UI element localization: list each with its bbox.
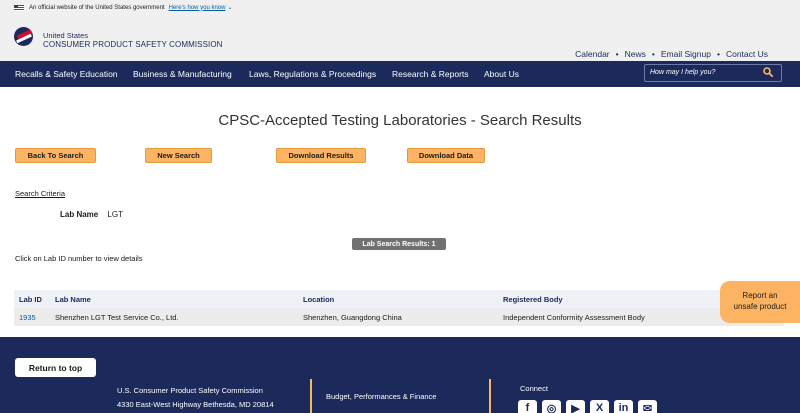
nav-item-research[interactable]: Research & Reports xyxy=(392,69,469,79)
separator-dot: • xyxy=(651,49,655,59)
budget-link[interactable]: Budget, Performances & Finance xyxy=(326,392,436,401)
lab-id-link[interactable]: 1935 xyxy=(19,313,36,322)
download-data-button[interactable]: Download Data xyxy=(407,148,485,163)
main-nav: Recalls & Safety Education Business & Ma… xyxy=(0,61,800,87)
col-header-registered-body[interactable]: Registered Body xyxy=(503,295,563,304)
registered-body-cell: Independent Conformity Assessment Body xyxy=(503,313,645,322)
agency-name[interactable]: United States CONSUMER PRODUCT SAFETY CO… xyxy=(43,31,223,49)
report-line-1: Report an xyxy=(742,291,778,300)
social-links: f ◎ ▶ X in ✉ xyxy=(518,400,657,413)
back-to-search-button[interactable]: Back To Search xyxy=(15,148,96,163)
col-header-lab-name[interactable]: Lab Name xyxy=(55,295,91,304)
us-flag-icon xyxy=(14,4,24,11)
util-link-calendar[interactable]: Calendar xyxy=(575,49,610,59)
agency-line-1: United States xyxy=(43,31,89,40)
criteria-key: Lab Name xyxy=(60,210,99,219)
return-to-top-button[interactable]: Return to top xyxy=(15,358,96,377)
table-header: Lab ID Lab Name Location Registered Body xyxy=(14,290,784,308)
site-footer: Return to top U.S. Consumer Product Safe… xyxy=(0,337,800,413)
criteria-row: Lab Name LGT xyxy=(60,210,123,219)
table-row: 1935 Shenzhen LGT Test Service Co., Ltd.… xyxy=(14,308,784,326)
official-banner: An official website of the United States… xyxy=(0,0,800,15)
util-link-email-signup[interactable]: Email Signup xyxy=(661,49,711,59)
col-header-location[interactable]: Location xyxy=(303,295,334,304)
details-hint: Click on Lab ID number to view details xyxy=(15,254,143,263)
footer-org: U.S. Consumer Product Safety Commission xyxy=(117,386,263,395)
email-icon[interactable]: ✉ xyxy=(638,400,657,413)
lab-name-cell: Shenzhen LGT Test Service Co., Ltd. xyxy=(55,313,179,322)
download-results-button[interactable]: Download Results xyxy=(276,148,366,163)
results-count-badge: Lab Search Results: 1 xyxy=(352,238,446,250)
linkedin-icon[interactable]: in xyxy=(614,400,633,413)
col-header-lab-id[interactable]: Lab ID xyxy=(19,295,42,304)
chevron-down-icon[interactable]: ⌄ xyxy=(227,4,232,11)
footer-divider xyxy=(489,379,491,413)
x-icon[interactable]: X xyxy=(590,400,609,413)
nav-item-laws[interactable]: Laws, Regulations & Proceedings xyxy=(249,69,376,79)
how-you-know-link[interactable]: Here's how you know xyxy=(169,5,226,11)
footer-street: 4330 East-West Highway Bethesda, MD 2081… xyxy=(117,400,274,409)
nav-item-recalls[interactable]: Recalls & Safety Education xyxy=(15,69,118,79)
site-header: United States CONSUMER PRODUCT SAFETY CO… xyxy=(0,15,800,61)
location-cell: Shenzhen, Guangdong China xyxy=(303,313,402,322)
page-title: CPSC-Accepted Testing Laboratories - Sea… xyxy=(218,112,582,129)
official-banner-text: An official website of the United States… xyxy=(29,4,165,11)
search-icon[interactable] xyxy=(763,67,773,77)
util-link-contact-us[interactable]: Contact Us xyxy=(726,49,768,59)
search-placeholder: How may I help you? xyxy=(650,69,716,76)
util-link-news[interactable]: News xyxy=(625,49,646,59)
new-search-button[interactable]: New Search xyxy=(145,148,212,163)
footer-address: U.S. Consumer Product Safety Commission … xyxy=(117,384,274,412)
search-input[interactable]: How may I help you? xyxy=(644,64,782,82)
separator-dot: • xyxy=(716,49,720,59)
separator-dot: • xyxy=(615,49,619,59)
connect-heading: Connect xyxy=(520,384,548,393)
nav-item-business[interactable]: Business & Manufacturing xyxy=(133,69,232,79)
facebook-icon[interactable]: f xyxy=(518,400,537,413)
footer-divider xyxy=(310,379,312,413)
nav-item-about[interactable]: About Us xyxy=(484,69,519,79)
search-criteria-label: Search Criteria xyxy=(15,189,66,198)
instagram-icon[interactable]: ◎ xyxy=(542,400,561,413)
report-line-2: unsafe product xyxy=(733,302,787,311)
agency-line-2: CONSUMER PRODUCT SAFETY COMMISSION xyxy=(43,40,223,49)
criteria-value: LGT xyxy=(107,210,124,219)
report-unsafe-product-button[interactable]: Report an unsafe product xyxy=(720,281,800,323)
utility-nav: Calendar • News • Email Signup • Contact… xyxy=(575,49,768,59)
cpsc-logo-icon[interactable] xyxy=(14,27,33,46)
youtube-icon[interactable]: ▶ xyxy=(566,400,585,413)
